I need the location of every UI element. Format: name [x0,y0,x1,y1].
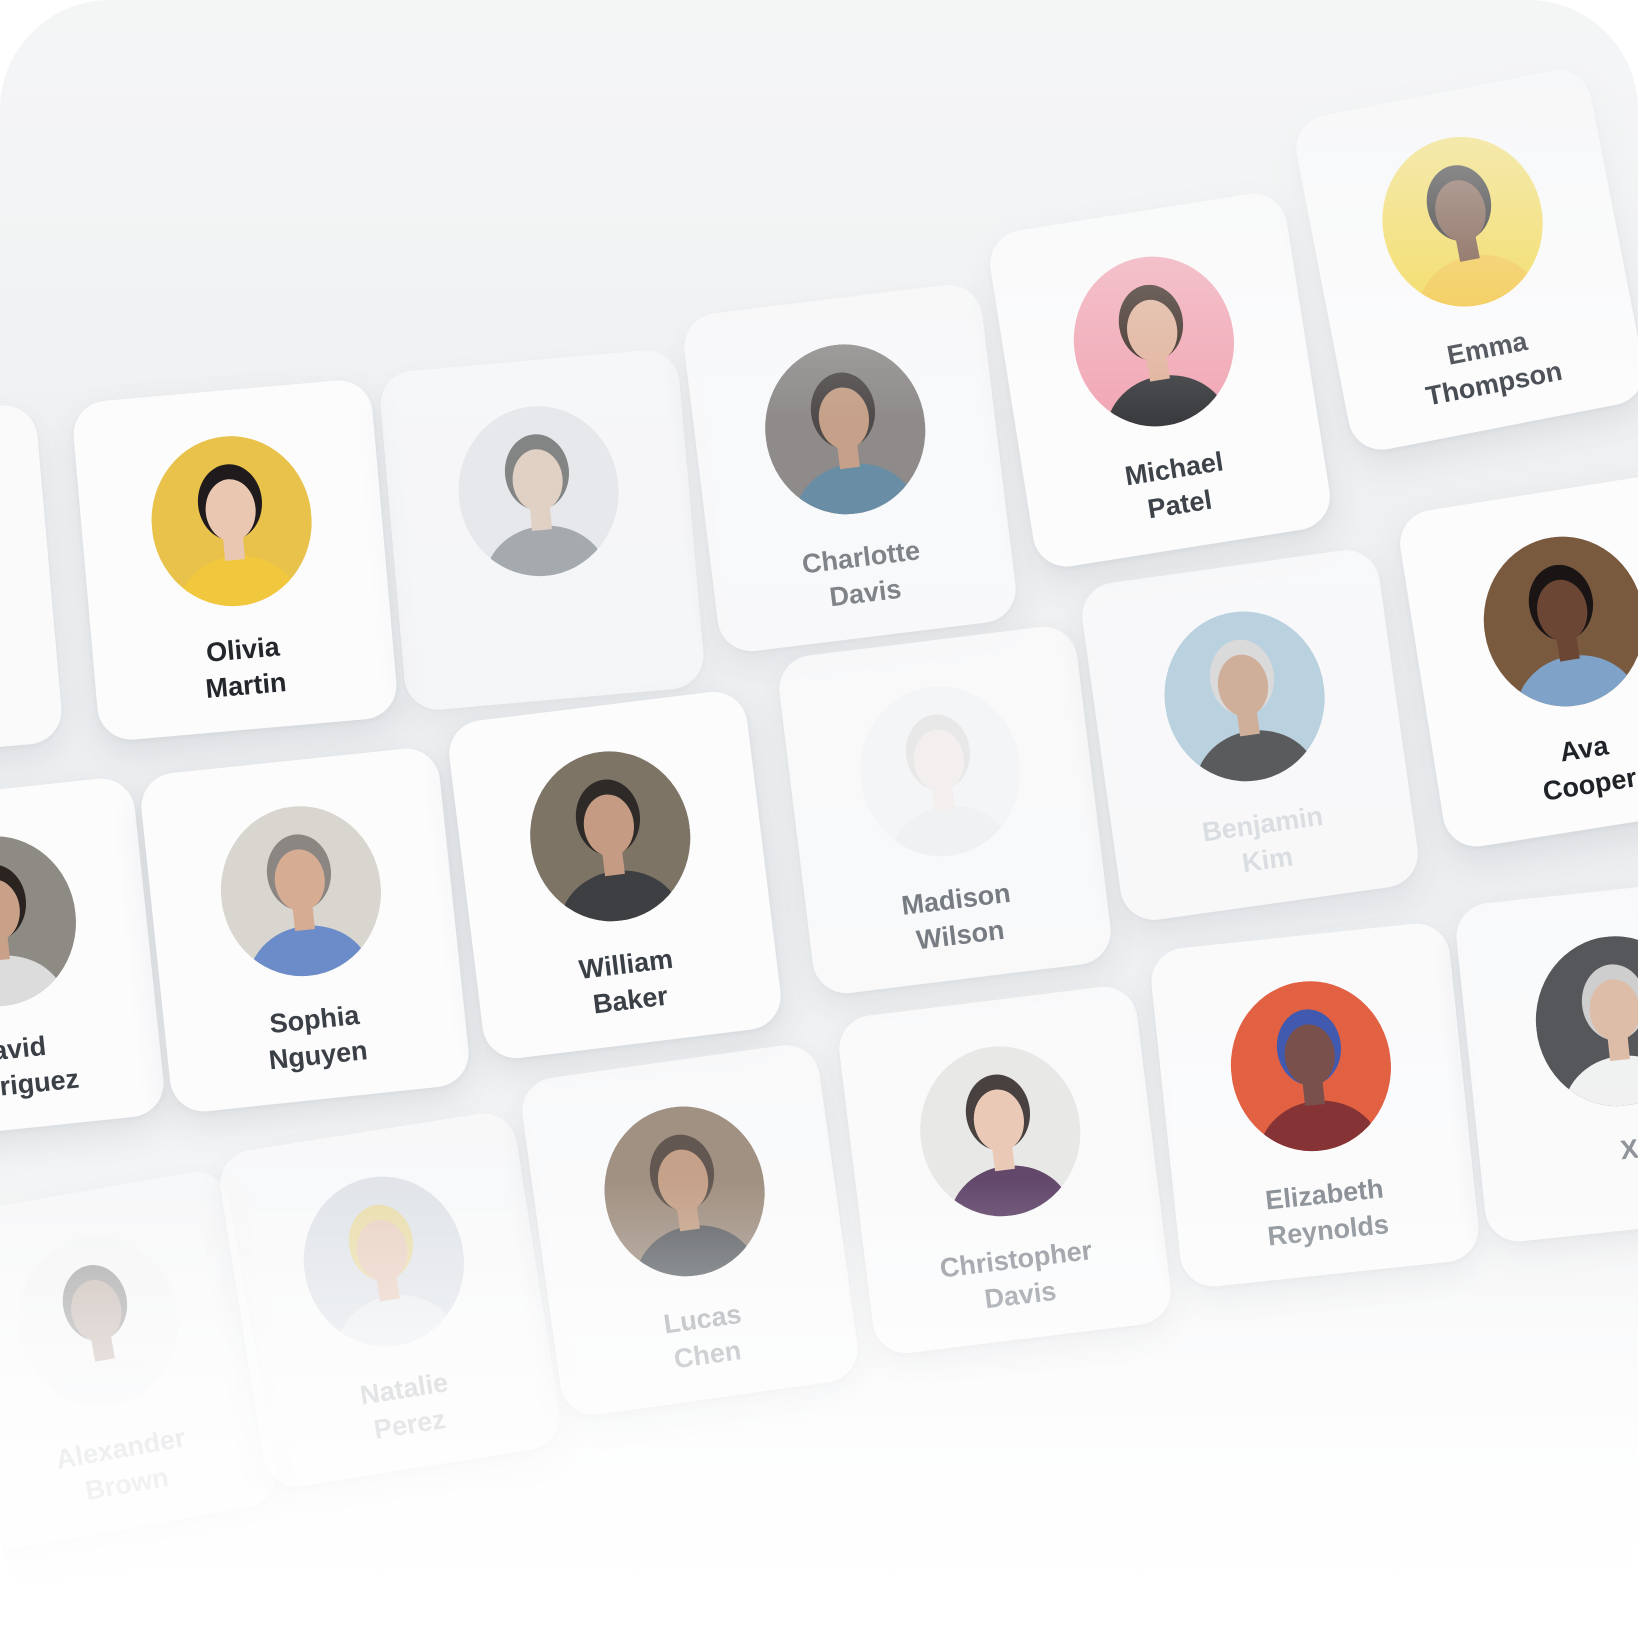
profile-card[interactable]: William Baker [445,687,785,1063]
portrait-photo [755,335,936,524]
profile-name [419,590,678,613]
screenshot-frame: Olivia Martin Charlotte Davis Michael Patel… [0,0,1638,1638]
profile-name: Christopher Davis [938,1235,1094,1315]
portrait-photo [1061,245,1247,438]
avatar [850,677,1031,866]
portrait-photo [4,1223,192,1420]
portrait-photo [1222,973,1400,1160]
profile-card[interactable]: Lucas Chen [517,1040,863,1420]
avatar [1471,525,1638,718]
profile-card[interactable]: X [1453,875,1638,1245]
portrait-photo [910,1037,1091,1226]
profile-name: Natalie Perez [357,1367,451,1445]
portrait-photo [850,677,1031,866]
avatar [291,1165,477,1358]
profile-name: Ava Cooper [1540,730,1638,807]
profile-card[interactable]: Michael Patel [985,188,1335,572]
portrait-photo [1527,928,1638,1115]
profile-name: Lucas Chen [661,1298,744,1375]
portrait-photo [0,828,85,1015]
profile-card[interactable]: David Rodriguez [0,775,167,1145]
profile-card[interactable]: Sophia Nguyen [138,745,472,1115]
profile-card[interactable]: Elizabeth Reynolds [1148,920,1482,1290]
portrait-photo [1471,525,1638,718]
profile-name: Emma Thompson [1423,325,1565,412]
profile-card[interactable]: Charlotte Davis [680,280,1020,656]
avatar [212,798,390,985]
portrait-photo [1367,123,1558,321]
profile-card[interactable]: Benjamin Kim [1077,545,1423,925]
profile-name: Michael Patel [1122,446,1226,525]
avatar [144,429,319,613]
avatar [910,1037,1091,1226]
profile-name: David Rodriguez [0,1030,81,1108]
avatar [0,828,85,1015]
profile-card[interactable]: Madison Wilson [775,622,1115,998]
avatar [520,742,701,931]
avatar [1367,123,1558,321]
profile-name: Olivia Martin [204,631,288,704]
avatar [451,399,626,583]
profile-card[interactable] [377,347,707,713]
portrait-photo [291,1165,477,1358]
profile-card[interactable]: Emma Thompson [1290,64,1638,456]
profile-name: Alexander Brown [53,1422,188,1507]
portrait-photo [593,1096,776,1287]
portrait-photo [144,429,319,613]
profile-card[interactable] [0,402,65,768]
avatar [1061,245,1247,438]
profile-name: Madison Wilson [899,877,1013,956]
profile-name: Benjamin Kim [1200,800,1325,879]
profile-card[interactable]: Olivia Martin [70,377,400,743]
avatar [755,335,936,524]
profile-card[interactable]: Ava Cooper [1395,468,1638,852]
portrait-photo [212,798,390,985]
avatar [1222,973,1400,1160]
avatar [4,1223,192,1420]
portrait-photo [520,742,701,931]
portrait-photo [1153,601,1336,792]
profile-card[interactable]: Christopher Davis [835,982,1175,1358]
profile-card[interactable]: Natalie Perez [215,1108,565,1492]
avatar [1527,928,1638,1115]
avatar [1153,601,1336,792]
avatar [593,1096,776,1287]
profile-name: Sophia Nguyen [267,999,369,1076]
profile-name: Elizabeth Reynolds [1263,1173,1391,1252]
profile-card-gallery: Olivia Martin Charlotte Davis Michael Patel… [0,0,1638,1638]
portrait-photo [451,399,626,583]
profile-name: X [1618,1133,1638,1166]
profile-name: Charlotte Davis [800,535,922,613]
profile-name: William Baker [577,943,675,1020]
